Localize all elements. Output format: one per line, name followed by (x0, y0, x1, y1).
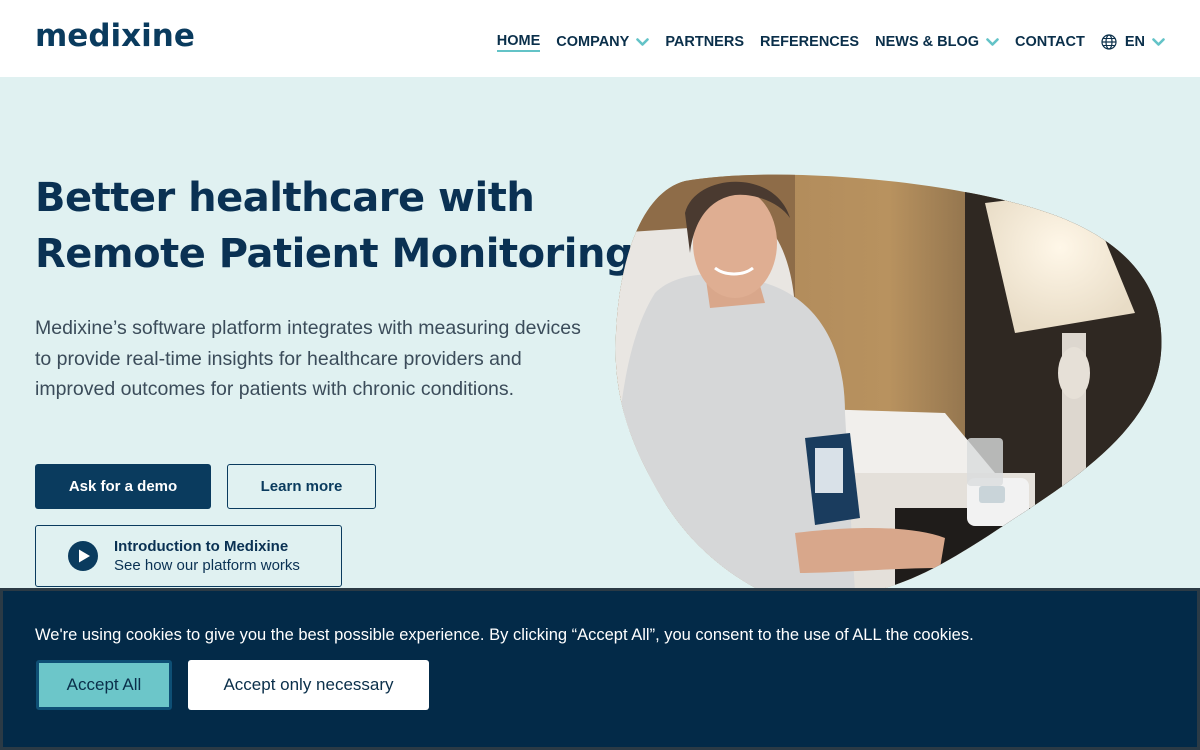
nav-news-blog[interactable]: NEWS & BLOG (875, 32, 999, 52)
nav-home[interactable]: HOME (496, 32, 541, 52)
language-label: EN (1124, 34, 1145, 50)
hero-title-line-2: Remote Patient Monitoring (35, 231, 634, 277)
nav-partners[interactable]: PARTNERS (665, 32, 744, 52)
play-icon (68, 541, 98, 571)
nav-news-blog-label: NEWS & BLOG (875, 34, 980, 50)
hero-title-line-1: Better healthcare with (35, 175, 535, 221)
nav-home-label: HOME (496, 33, 541, 52)
medixine-logo[interactable]: medixine (35, 18, 195, 54)
chevron-down-icon (636, 37, 650, 46)
globe-icon (1101, 34, 1117, 50)
accept-all-cookies-button[interactable]: Accept All (36, 660, 172, 710)
nav-contact[interactable]: CONTACT (1015, 32, 1085, 52)
learn-more-button[interactable]: Learn more (227, 464, 376, 509)
main-nav: HOME COMPANY PARTNERS REFERENCES NEWS & … (481, 32, 1165, 52)
nav-contact-label: CONTACT (1015, 34, 1085, 50)
hero-title: Better healthcare with Remote Patient Mo… (35, 170, 634, 282)
accept-necessary-cookies-button[interactable]: Accept only necessary (188, 660, 429, 710)
cookie-message: We're using cookies to give you the best… (35, 626, 974, 644)
intro-video-button[interactable]: Introduction to Medixine See how our pla… (35, 525, 342, 587)
cookie-banner: We're using cookies to give you the best… (0, 588, 1200, 750)
nav-partners-label: PARTNERS (665, 34, 744, 50)
chevron-down-icon (986, 37, 999, 46)
nav-references-label: REFERENCES (760, 34, 860, 50)
nav-company-label: COMPANY (556, 34, 630, 50)
chevron-down-icon (1152, 37, 1165, 46)
language-selector[interactable]: EN (1101, 32, 1165, 52)
nav-references[interactable]: REFERENCES (760, 32, 859, 52)
site-header: medixine HOME COMPANY PARTNERS REFERENCE… (0, 0, 1200, 77)
nav-company[interactable]: COMPANY (556, 32, 650, 52)
hero-description: Medixine’s software platform integrates … (35, 317, 581, 401)
ask-for-demo-button[interactable]: Ask for a demo (35, 464, 211, 509)
intro-title: Introduction to Medixine (114, 538, 289, 555)
intro-subtitle: See how our platform works (114, 557, 300, 574)
hero-patient-photo (615, 174, 1162, 593)
